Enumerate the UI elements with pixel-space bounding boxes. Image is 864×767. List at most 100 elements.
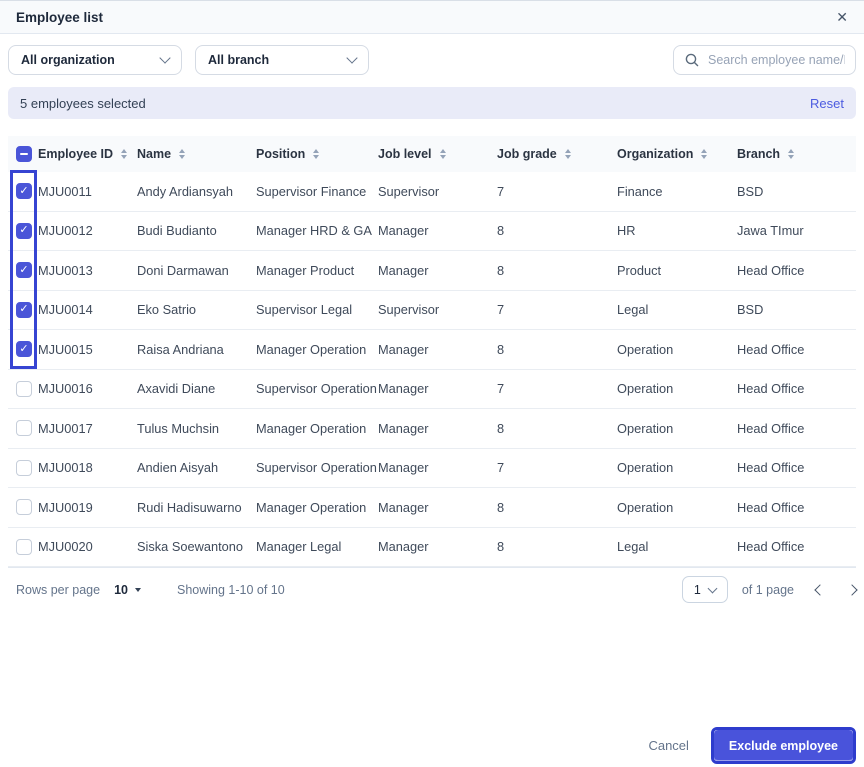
cell-employee-id: MJU0020	[38, 539, 93, 555]
sort-icon[interactable]	[564, 149, 571, 159]
column-header[interactable]: Name	[137, 147, 256, 161]
page-select[interactable]: 1	[681, 576, 728, 603]
cell-organization: Operation	[617, 420, 674, 436]
table-row: MJU0016 Axavidi Diane Supervisor Operati…	[8, 370, 856, 409]
cell-branch: BSD	[737, 302, 764, 318]
cell-position: Manager Operation	[256, 420, 367, 436]
row-checkbox[interactable]	[16, 499, 32, 516]
cell-position: Manager HRD & GA	[256, 223, 372, 239]
cell-employee-id: MJU0015	[38, 341, 93, 357]
selection-count-text: 5 employees selected	[20, 95, 146, 111]
cell-branch: Jawa TImur	[737, 223, 804, 239]
cell-employee-id: MJU0014	[38, 302, 93, 318]
column-header[interactable]: Position	[256, 147, 378, 161]
chevron-down-icon	[346, 52, 358, 64]
cell-name: Andien Aisyah	[137, 460, 219, 476]
close-icon[interactable]: ✕	[836, 10, 848, 24]
caret-down-icon	[134, 587, 141, 592]
cell-job-grade: 8	[497, 420, 505, 436]
sort-icon[interactable]	[701, 149, 708, 159]
column-header[interactable]: Job level	[378, 147, 497, 161]
branch-select[interactable]: All branch	[195, 45, 369, 75]
cell-job-grade: 8	[497, 223, 505, 239]
table-row: MJU0014 Eko Satrio Supervisor Legal Supe…	[8, 291, 856, 330]
rows-per-page-label: Rows per page	[16, 582, 101, 597]
table-row: MJU0017 Tulus Muchsin Manager Operation …	[8, 409, 856, 449]
cell-branch: Head Office	[737, 341, 805, 357]
submit-highlight-annotation: Exclude employee	[710, 727, 856, 764]
table-header-row: Employee ID Name Position Job level Job …	[8, 136, 856, 172]
cell-employee-id: MJU0012	[38, 223, 93, 239]
cell-job-level: Manager	[378, 420, 429, 436]
select-all-checkbox[interactable]	[16, 146, 32, 162]
cell-name: Budi Budianto	[137, 223, 217, 239]
cell-name: Rudi Hadisuwarno	[137, 499, 242, 515]
column-header[interactable]: Job grade	[497, 147, 617, 161]
cell-branch: Head Office	[737, 460, 805, 476]
cell-branch: Head Office	[737, 381, 805, 397]
cell-job-grade: 7	[497, 302, 505, 318]
rows-per-page-select[interactable]: 10	[114, 583, 141, 597]
column-header[interactable]: Employee ID	[38, 147, 137, 161]
reset-button[interactable]: Reset	[810, 96, 844, 111]
cell-job-level: Manager	[378, 223, 429, 239]
cell-job-grade: 8	[497, 539, 505, 555]
row-checkbox[interactable]	[16, 341, 32, 358]
cell-organization: Legal	[617, 302, 649, 318]
cell-branch: Head Office	[737, 262, 805, 278]
cell-employee-id: MJU0018	[38, 460, 93, 476]
sort-icon[interactable]	[313, 149, 320, 159]
row-checkbox[interactable]	[16, 420, 32, 437]
employee-table: Employee ID Name Position Job level Job …	[8, 136, 856, 567]
cell-organization: Product	[617, 262, 662, 278]
sort-icon[interactable]	[121, 149, 128, 159]
column-header[interactable]: Organization	[617, 147, 737, 161]
pagination-bar: Rows per page 10 Showing 1-10 of 10 1 of…	[8, 567, 858, 611]
row-checkbox[interactable]	[16, 222, 32, 239]
cell-name: Tulus Muchsin	[137, 420, 220, 436]
table-row: MJU0013 Doni Darmawan Manager Product Ma…	[8, 251, 856, 291]
cancel-button[interactable]: Cancel	[648, 738, 688, 753]
exclude-employee-button[interactable]: Exclude employee	[713, 730, 853, 761]
cell-job-grade: 7	[497, 381, 505, 397]
sort-icon[interactable]	[439, 149, 446, 159]
cell-organization: Operation	[617, 499, 674, 515]
column-header-label: Job grade	[497, 147, 557, 161]
cell-employee-id: MJU0013	[38, 262, 93, 278]
row-checkbox[interactable]	[16, 538, 32, 555]
cell-position: Manager Operation	[256, 341, 367, 357]
filter-bar: All organization All branch	[0, 34, 864, 75]
row-checkbox[interactable]	[16, 262, 32, 279]
cell-branch: BSD	[737, 183, 764, 199]
table-row: MJU0018 Andien Aisyah Supervisor Operati…	[8, 449, 856, 488]
cell-employee-id: MJU0011	[38, 183, 92, 199]
cell-branch: Head Office	[737, 539, 805, 555]
modal-header: Employee list ✕	[0, 0, 864, 34]
cell-position: Manager Legal	[256, 539, 342, 555]
column-header-label: Branch	[737, 147, 781, 161]
row-checkbox[interactable]	[16, 183, 32, 200]
cell-job-grade: 8	[497, 262, 505, 278]
row-checkbox[interactable]	[16, 380, 32, 397]
of-pages-text: of 1 page	[741, 582, 794, 597]
chevron-down-icon	[159, 52, 171, 64]
organization-select[interactable]: All organization	[8, 45, 182, 75]
sort-icon[interactable]	[179, 149, 186, 159]
search-box[interactable]	[673, 45, 856, 75]
next-page-icon[interactable]	[846, 583, 858, 596]
table-row: MJU0015 Raisa Andriana Manager Operation…	[8, 330, 856, 370]
selection-banner: 5 employees selected Reset	[8, 87, 856, 119]
cell-organization: Finance	[617, 183, 663, 199]
cell-position: Manager Operation	[256, 499, 367, 515]
cell-job-level: Manager	[378, 539, 429, 555]
sort-icon[interactable]	[788, 149, 795, 159]
cell-name: Doni Darmawan	[137, 262, 229, 278]
row-checkbox[interactable]	[16, 459, 32, 476]
row-checkbox[interactable]	[16, 301, 32, 318]
table-row: MJU0011 Andy Ardiansyah Supervisor Finan…	[8, 172, 856, 212]
search-input[interactable]	[708, 53, 845, 67]
column-header[interactable]: Branch	[737, 147, 856, 161]
cell-position: Manager Product	[256, 262, 355, 278]
cell-job-grade: 7	[497, 183, 505, 199]
previous-page-icon[interactable]	[814, 583, 826, 596]
